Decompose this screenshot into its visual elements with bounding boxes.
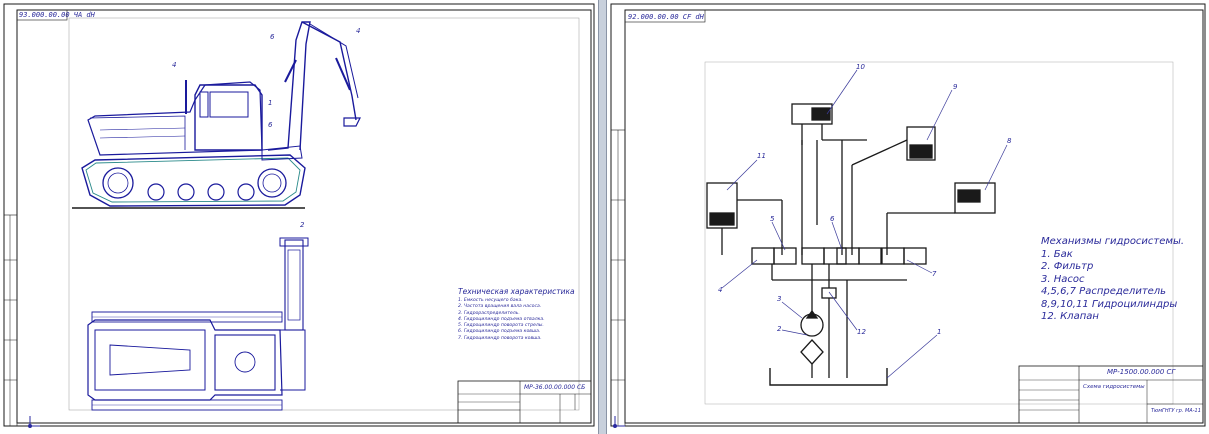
legend-item: 2. Фильтр	[1041, 261, 1094, 272]
tractor-top-view	[87, 237, 309, 411]
left-drawing-viewport[interactable]: 93.000.00.00 ЧА dН 4 6 1 6 4 2 Техническ…	[0, 0, 598, 434]
callout: 8	[1007, 137, 1012, 145]
callout: 5	[770, 215, 775, 223]
right-title-block-code: МР-1500.00.000 СГ	[1107, 368, 1176, 376]
callout: 3	[777, 295, 782, 303]
legend-item: 4,5,6,7 Распределитель	[1041, 286, 1167, 297]
callout: 6	[270, 33, 275, 41]
right-title-block-org: ТюмГНГУ гр. МА-11	[1151, 408, 1201, 414]
legend-item: 8,9,10,11 Гидроцилиндры	[1041, 298, 1178, 310]
tech-title: Техническая характеристика	[458, 287, 575, 296]
tractor-side-view	[72, 21, 361, 209]
callout: 1	[268, 99, 273, 107]
legend-item: 1. Бак	[1041, 248, 1073, 260]
callout: 1	[937, 328, 942, 336]
tech-item: 7. Гидроцилиндр поворота ковша.	[458, 335, 542, 341]
callout: 7	[932, 270, 937, 278]
callout: 2	[300, 221, 305, 229]
callout: 2	[777, 325, 782, 333]
tech-characteristics: Техническая характеристика 1. Емкость не…	[458, 287, 575, 342]
callout: 4	[718, 286, 723, 294]
legend: Механизмы гидросистемы. 1. Бак 2. Фильтр…	[1041, 236, 1184, 324]
callout: 4	[172, 61, 177, 69]
callout: 9	[953, 83, 958, 91]
callout: 12	[857, 328, 866, 336]
left-stamp: 93.000.00.00 ЧА dН	[19, 11, 95, 19]
hydraulic-schematic	[706, 103, 996, 386]
right-title-block-subtitle: Схема гидросистемы	[1083, 384, 1145, 390]
legend-item: 3. Насос	[1041, 273, 1085, 285]
view-corner-icon	[28, 416, 40, 428]
legend-item: 12. Клапан	[1041, 311, 1099, 322]
callout: 10	[856, 63, 865, 71]
callout: 6	[830, 215, 835, 223]
legend-title: Механизмы гидросистемы.	[1041, 236, 1185, 247]
callout: 11	[757, 152, 766, 160]
left-title-block-code: МР-36.00.00.000 СБ	[524, 384, 586, 391]
callout: 6	[268, 121, 273, 129]
right-drawing-viewport[interactable]: 92.000.00.00 CF dH 10 9 8 11 5 6 4 7 3 1…	[607, 0, 1209, 434]
left-sheet-svg	[3, 3, 595, 428]
viewport-splitter[interactable]	[598, 0, 607, 434]
view-corner-icon	[613, 416, 625, 428]
callout: 4	[356, 27, 361, 35]
right-stamp: 92.000.00.00 CF dH	[628, 13, 704, 21]
